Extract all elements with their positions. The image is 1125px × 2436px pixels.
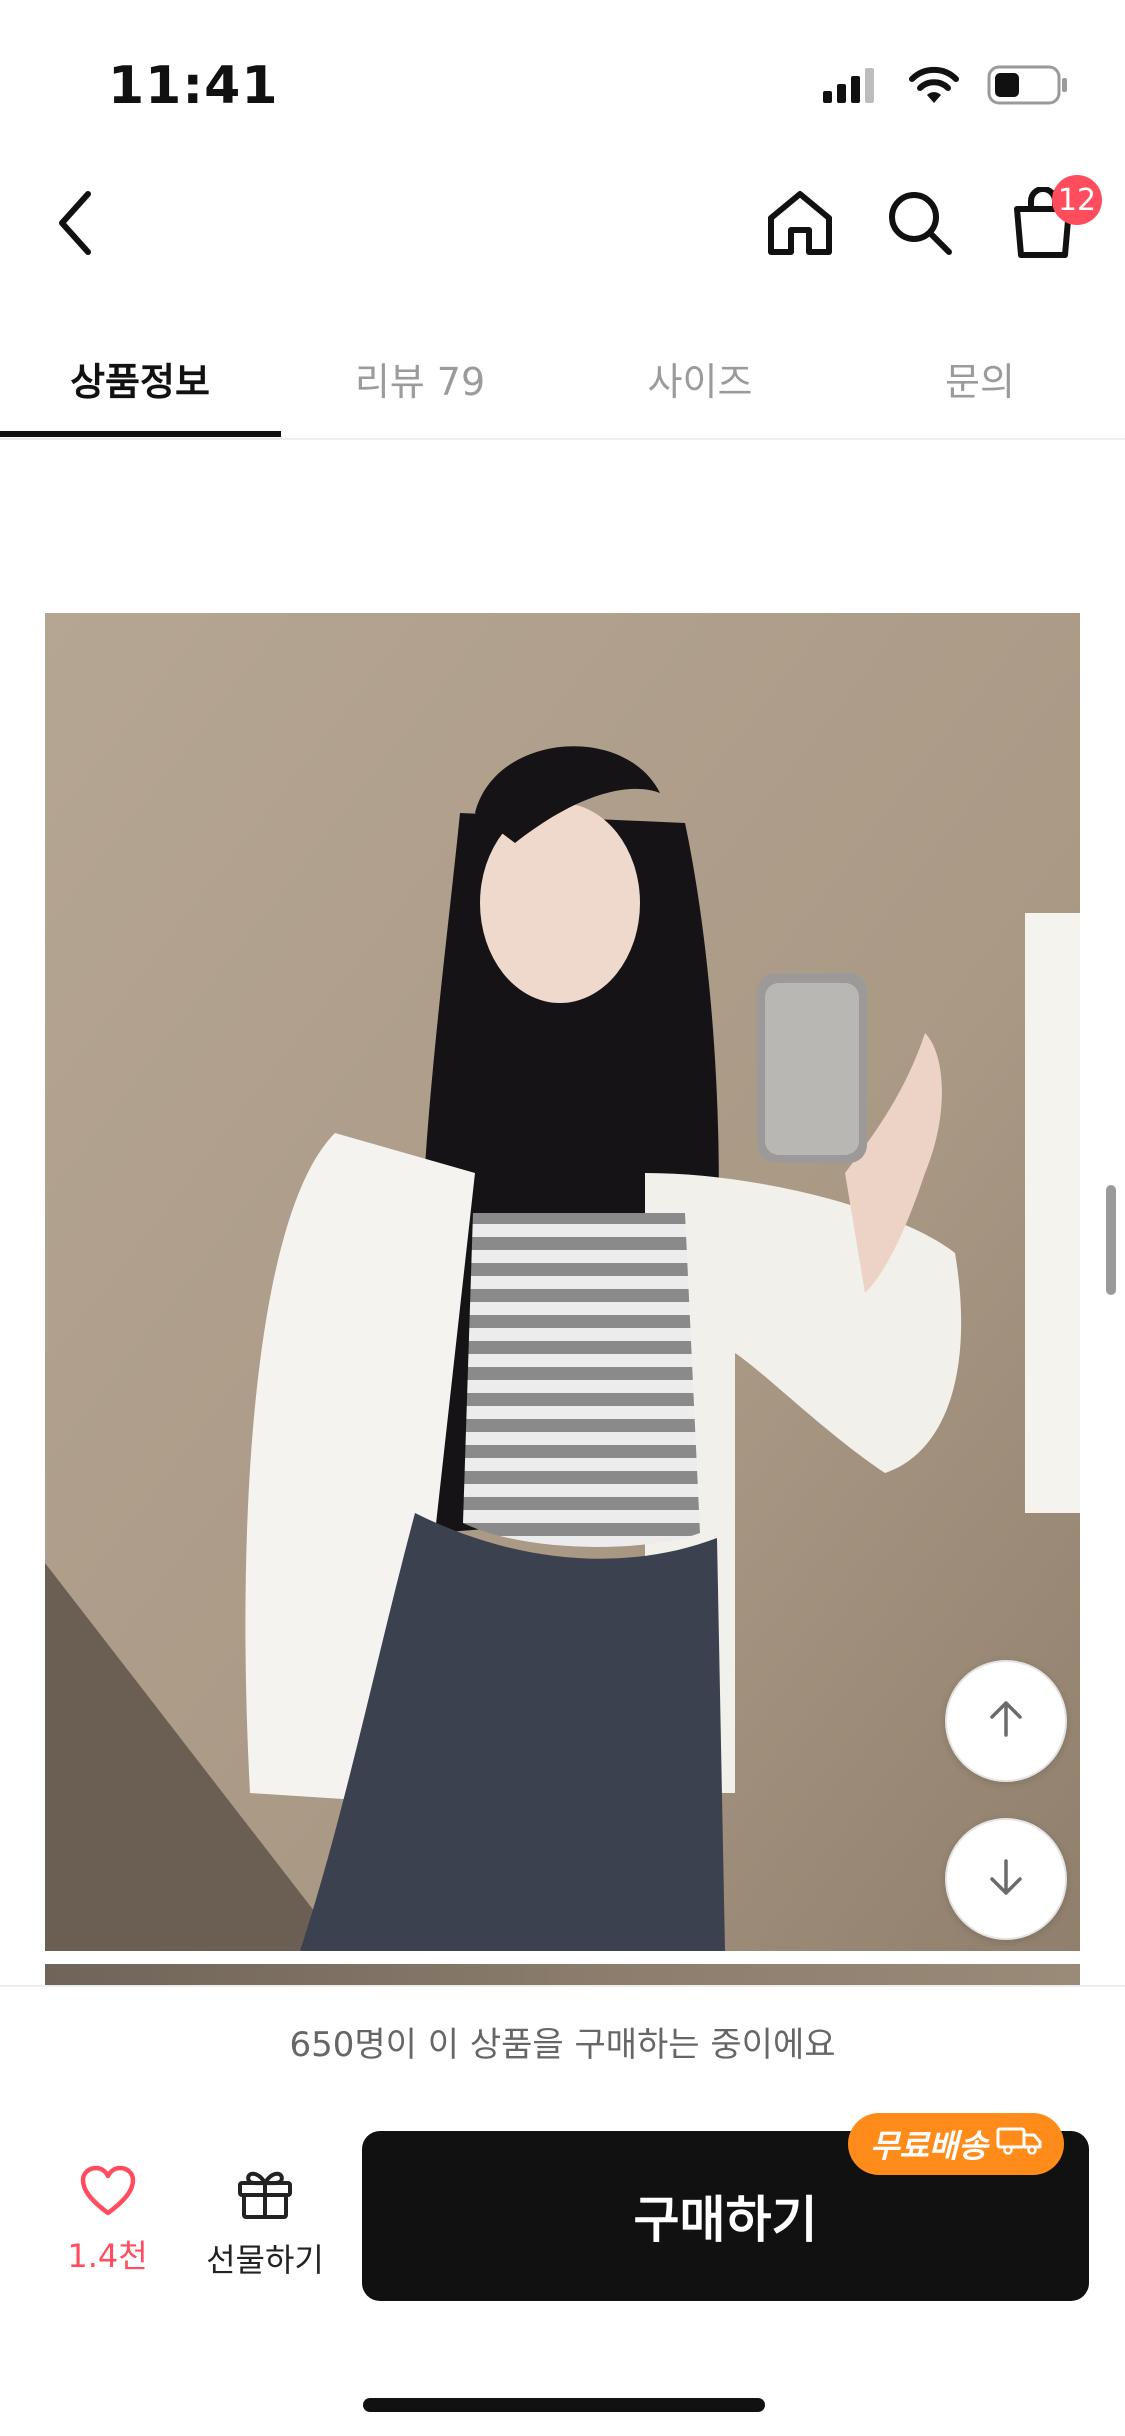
free-shipping-badge: 무료배송 — [848, 2113, 1064, 2175]
delivery-truck-icon — [996, 2125, 1042, 2163]
gift-icon — [235, 2165, 295, 2225]
like-count: 1.4천 — [67, 2237, 148, 2275]
gift-button[interactable]: 선물하기 — [195, 2165, 335, 2285]
chevron-left-icon — [52, 188, 98, 262]
search-button[interactable] — [880, 180, 960, 270]
heart-icon — [79, 2165, 137, 2221]
product-tabs: 상품정보 리뷰 79 사이즈 문의 — [0, 320, 1125, 440]
home-indicator[interactable] — [363, 2398, 765, 2412]
tab-product-info[interactable]: 상품정보 — [0, 320, 280, 436]
product-detail-screen: 11:41 12 상품정보 리뷰 79 사이즈 문의 650명이 이 상품을 구… — [0, 0, 1125, 2436]
tab-size[interactable]: 사이즈 — [560, 320, 840, 436]
product-photo-illustration — [45, 613, 1080, 1951]
battery-icon — [987, 65, 1069, 109]
like-button[interactable]: 1.4천 — [50, 2165, 165, 2285]
wifi-icon — [907, 65, 961, 109]
scroll-down-button[interactable] — [945, 1818, 1067, 1940]
cart-count-badge: 12 — [1052, 175, 1102, 225]
purchasing-notice: 650명이 이 상품을 구매하는 중이에요 — [0, 1985, 1125, 2097]
arrow-down-icon — [982, 1853, 1030, 1905]
nav-header — [0, 150, 1125, 300]
arrow-up-icon — [982, 1695, 1030, 1747]
tab-inquiry[interactable]: 문의 — [840, 320, 1120, 436]
product-image — [45, 613, 1080, 1951]
home-button[interactable] — [760, 180, 840, 270]
free-shipping-label: 무료배송 — [870, 2127, 988, 2165]
status-icons — [821, 62, 1069, 112]
home-icon — [765, 188, 835, 262]
scrollbar[interactable] — [1106, 1185, 1116, 1295]
status-time: 11:41 — [108, 56, 279, 116]
active-tab-underline — [0, 431, 281, 437]
search-icon — [885, 188, 955, 262]
scroll-up-button[interactable] — [945, 1660, 1067, 1782]
status-bar: 11:41 — [0, 0, 1125, 150]
back-button[interactable] — [40, 180, 110, 270]
bottom-action-bar: 1.4천 선물하기 구매하기 무료배송 — [0, 2095, 1125, 2436]
signal-icon — [821, 67, 881, 107]
gift-label: 선물하기 — [206, 2241, 324, 2279]
tab-reviews[interactable]: 리뷰 79 — [280, 320, 560, 436]
